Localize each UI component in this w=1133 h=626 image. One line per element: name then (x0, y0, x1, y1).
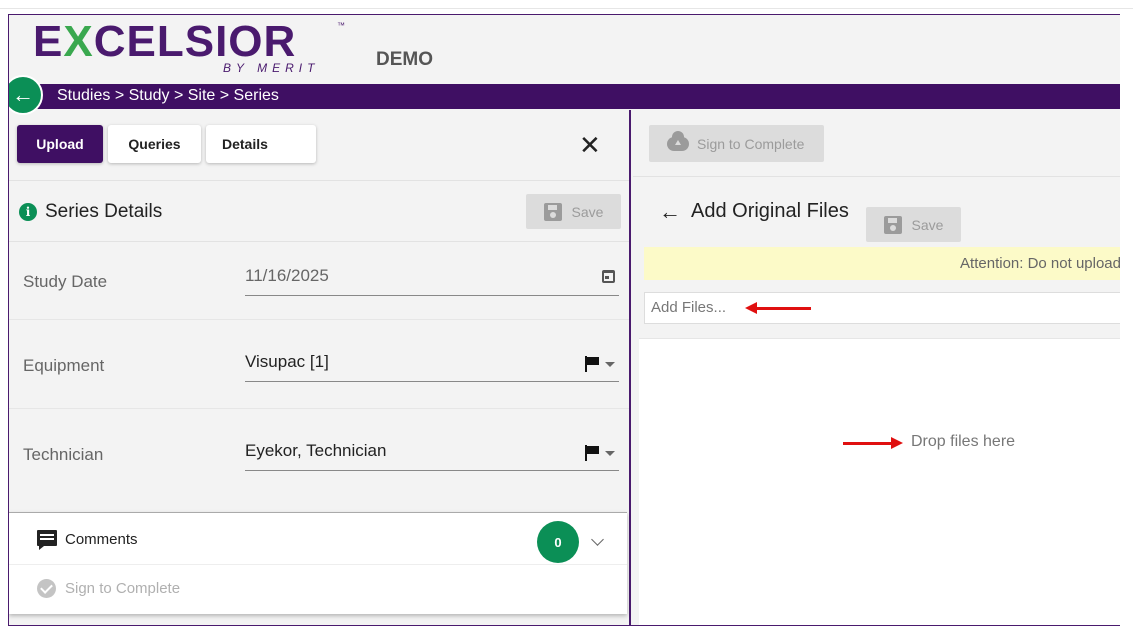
app-header: EXCELSIOR ™ BY MERIT DEMO (9, 15, 1120, 83)
environment-label: DEMO (376, 49, 433, 70)
add-original-files-title: Add Original Files (691, 200, 849, 222)
caret-down-icon (605, 361, 615, 367)
save-label: Save (571, 203, 604, 220)
upload-panel: Sign to Complete ← Add Original Files Sa… (633, 110, 1120, 625)
series-panel: Upload Queries Details ✕ i Series Detail… (9, 110, 631, 625)
technician-label: Technician (23, 445, 104, 464)
sign-to-complete-link[interactable]: Sign to Complete (65, 580, 180, 597)
save-icon (543, 202, 562, 221)
calendar-icon[interactable] (602, 270, 615, 283)
logo-trademark: ™ (337, 21, 345, 30)
chevron-down-icon[interactable] (591, 533, 604, 546)
annotation-arrow-drop-zone (843, 437, 903, 449)
back-arrow-icon[interactable]: ← (659, 199, 681, 225)
panel-tabs: Upload Queries Details (17, 125, 316, 165)
close-icon[interactable]: ✕ (579, 132, 601, 158)
arrow-left-icon: ← (12, 82, 34, 107)
comments-label[interactable]: Comments (65, 531, 138, 548)
caret-down-icon (605, 450, 615, 456)
add-files-input[interactable]: Add Files... (644, 292, 1120, 324)
back-button[interactable]: ← (9, 75, 43, 115)
file-drop-zone[interactable]: Drop files here (639, 338, 1120, 625)
tab-details[interactable]: Details (206, 125, 316, 163)
drop-files-text: Drop files here (911, 433, 1016, 450)
study-date-field[interactable]: 11/16/2025 (245, 260, 619, 296)
field-row-technician: Technician Eyekor, Technician (9, 409, 629, 498)
card-divider (9, 564, 627, 565)
equipment-label: Equipment (23, 356, 105, 375)
comment-icon (37, 530, 57, 550)
save-label: Save (911, 216, 944, 233)
equipment-value: Visupac [1] (245, 352, 329, 371)
breadcrumb-bar: Studies > Study > Site > Series (9, 84, 1120, 109)
technician-select[interactable]: Eyekor, Technician (245, 435, 619, 471)
technician-value: Eyekor, Technician (245, 441, 387, 460)
tab-queries[interactable]: Queries (108, 125, 201, 163)
series-details-title: Series Details (45, 201, 163, 222)
top-divider (0, 8, 1133, 9)
logo-wordmark: EXCELSIOR (33, 17, 297, 66)
files-save-button[interactable]: Save (866, 207, 961, 242)
equipment-select[interactable]: Visupac [1] (245, 346, 619, 382)
attention-banner: Attention: Do not upload (644, 247, 1120, 280)
sign-to-complete-label: Sign to Complete (697, 135, 805, 152)
flag-icon (585, 356, 599, 372)
check-circle-icon (37, 579, 56, 598)
technician-flag-dropdown[interactable] (585, 445, 615, 461)
save-icon (883, 215, 902, 234)
panel-divider (633, 176, 1120, 177)
tab-upload[interactable]: Upload (17, 125, 103, 163)
breadcrumb[interactable]: Studies > Study > Site > Series (57, 87, 279, 105)
annotation-arrow-add-files (745, 302, 811, 314)
comments-count-badge: 0 (537, 521, 579, 563)
equipment-flag-dropdown[interactable] (585, 356, 615, 372)
flag-icon (585, 445, 599, 461)
series-save-button[interactable]: Save (526, 194, 621, 229)
study-date-label: Study Date (23, 272, 108, 291)
field-row-equipment: Equipment Visupac [1] (9, 320, 629, 409)
excelsior-logo: EXCELSIOR ™ BY MERIT (33, 17, 353, 77)
app-window: EXCELSIOR ™ BY MERIT DEMO Studies > Stud… (8, 14, 1120, 626)
sign-to-complete-button[interactable]: Sign to Complete (649, 125, 824, 162)
logo-subtitle: BY MERIT (223, 61, 320, 75)
cloud-upload-icon (667, 130, 689, 151)
study-date-value: 11/16/2025 (245, 266, 329, 285)
info-icon: i (19, 203, 37, 221)
comments-card: Comments 0 Sign to Complete (9, 512, 627, 614)
field-row-study-date: Study Date 11/16/2025 (9, 242, 629, 320)
series-details-header: i Series Details Save (9, 180, 629, 242)
